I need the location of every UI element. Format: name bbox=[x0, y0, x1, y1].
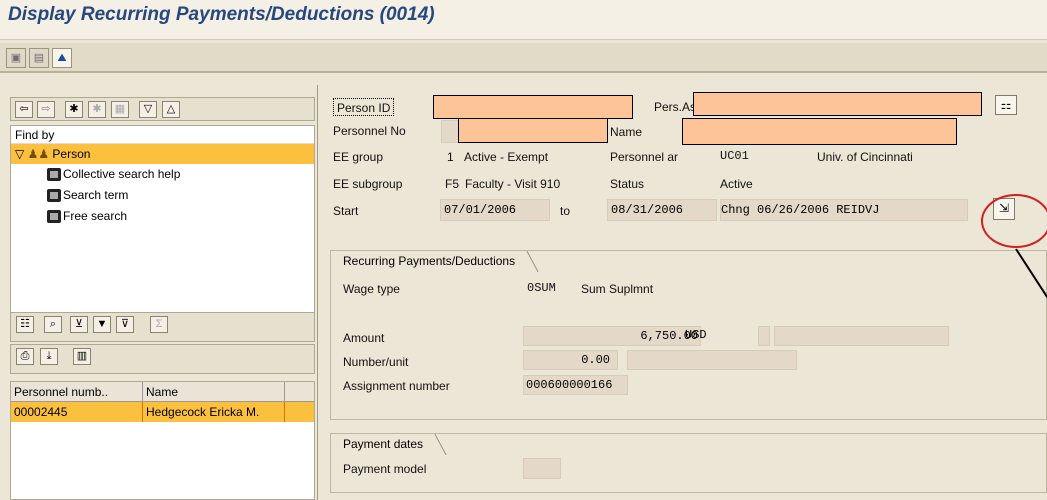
to-label: to bbox=[560, 204, 571, 218]
name-redacted bbox=[682, 118, 957, 145]
binoculars-icon bbox=[47, 189, 61, 202]
collapse-icon[interactable]: △ bbox=[162, 101, 180, 118]
ee-group-text: Active - Exempt bbox=[464, 150, 549, 164]
wage-type-label: Wage type bbox=[343, 282, 400, 296]
ee-subgroup-text: Faculty - Visit 910 bbox=[465, 177, 561, 191]
navigation-toolbar: ⇦ ⇨ ✱ ✱ ▦ ▽ △ bbox=[10, 97, 315, 121]
end-date-field: 08/31/2006 bbox=[607, 199, 717, 221]
payment-model-field[interactable] bbox=[523, 458, 561, 479]
person-id-label: Person ID bbox=[333, 98, 395, 116]
pers-ass-redacted bbox=[693, 92, 982, 116]
filter-settings-icon[interactable]: ⊽ bbox=[116, 316, 134, 333]
personnel-area-code: UC01 bbox=[720, 149, 749, 163]
overview-icon[interactable]: ⛰ bbox=[52, 48, 72, 68]
tree-item-label: Person bbox=[52, 147, 91, 161]
grid-icon[interactable]: ▦ bbox=[111, 101, 129, 118]
organizational-structure-icon[interactable]: ⚏ bbox=[995, 95, 1017, 115]
personnel-area-label: Personnel ar bbox=[610, 150, 679, 164]
change-info: Chng 06/26/2006 REIDVJ bbox=[720, 199, 968, 221]
number-unit-label: Number/unit bbox=[343, 355, 409, 369]
personnel-results-table: Personnel numb.. Name 00002445 Hedgecock… bbox=[10, 381, 315, 500]
layout-icon[interactable]: ▥ bbox=[73, 348, 91, 365]
select-icon[interactable]: ✱ bbox=[65, 101, 83, 118]
column-header-personnel-number[interactable]: Personnel numb.. bbox=[11, 382, 143, 401]
wage-type-code: 0SUM bbox=[527, 281, 556, 295]
tree-item-free-search[interactable]: Free search bbox=[11, 206, 314, 227]
personnel-area-text: Univ. of Cincinnati bbox=[817, 150, 913, 164]
tree-item-label: Collective search help bbox=[63, 167, 181, 181]
binoculars-icon bbox=[47, 210, 61, 223]
tree-item-collective-search-help[interactable]: Collective search help bbox=[11, 164, 314, 185]
sort-ascending-icon[interactable]: ⊻ bbox=[70, 316, 88, 333]
recurring-payments-group: Recurring Payments/Deductions Wage type … bbox=[330, 250, 1047, 420]
column-header-name[interactable]: Name bbox=[143, 382, 285, 401]
person-icon: ♟♟ bbox=[27, 147, 50, 161]
name-cell[interactable]: Hedgecock Ericka M. bbox=[143, 402, 285, 422]
tree-item-label: Free search bbox=[63, 209, 128, 223]
list-toolbar: ☷ ⌕ ⊻ ▼ ⊽ Σ bbox=[10, 312, 315, 342]
tree-item-search-term[interactable]: Search term bbox=[11, 185, 314, 206]
search-tree: Find by ▽ ♟♟ Person Collective search he… bbox=[10, 125, 315, 317]
expand-icon[interactable]: ▽ bbox=[139, 101, 157, 118]
ee-group-code: 1 bbox=[447, 150, 454, 164]
person-id-redacted bbox=[433, 95, 633, 119]
personnel-no-redacted bbox=[458, 118, 608, 143]
details-icon[interactable]: ☷ bbox=[16, 316, 34, 333]
main-content-pane: Person ID Pers.Ass ⚏ Personnel No Name E… bbox=[320, 85, 1047, 500]
wage-type-text: Sum Suplmnt bbox=[581, 282, 654, 296]
start-label: Start bbox=[333, 204, 359, 218]
sum-icon[interactable]: Σ bbox=[150, 316, 168, 333]
find-icon[interactable]: ⌕ bbox=[44, 316, 62, 333]
assignment-number-field: 000600000166 bbox=[523, 375, 628, 395]
red-highlight-circle bbox=[981, 194, 1047, 248]
export-icon[interactable]: ⤓ bbox=[40, 348, 58, 365]
number-unit-field: 0.00 bbox=[523, 350, 618, 370]
filter-icon[interactable]: ▼ bbox=[93, 316, 111, 333]
payment-model-label: Payment model bbox=[343, 462, 427, 476]
application-toolbar: ▣ ▤ ⛰ bbox=[0, 43, 1047, 73]
back-arrow-icon[interactable]: ⇦ bbox=[15, 101, 33, 118]
personnel-number-cell[interactable]: 00002445 bbox=[11, 402, 143, 422]
copy-icon[interactable]: ▤ bbox=[29, 48, 49, 68]
deselect-icon[interactable]: ✱ bbox=[88, 101, 106, 118]
ee-subgroup-label: EE subgroup bbox=[333, 177, 403, 191]
blank-field-2 bbox=[774, 326, 949, 346]
print-icon[interactable]: ⎙ bbox=[16, 348, 34, 365]
blank-field-1 bbox=[758, 326, 770, 346]
recurring-payments-title: Recurring Payments/Deductions bbox=[337, 250, 536, 271]
ee-group-label: EE group bbox=[333, 150, 384, 164]
export-toolbar: ⎙ ⤓ ▥ bbox=[10, 344, 315, 374]
amount-label: Amount bbox=[343, 331, 385, 345]
name-label: Name bbox=[610, 125, 643, 139]
payment-dates-group: Payment dates Payment model bbox=[330, 433, 1047, 493]
tree-item-person[interactable]: ▽ ♟♟ Person bbox=[11, 144, 314, 164]
left-navigation-pane: ⇦ ⇨ ✱ ✱ ▦ ▽ △ Find by ▽ ♟♟ Person Collec… bbox=[5, 85, 318, 500]
title-bar: Display Recurring Payments/Deductions (0… bbox=[0, 0, 1047, 40]
assignment-number-label: Assignment number bbox=[343, 379, 450, 393]
payment-dates-title: Payment dates bbox=[337, 433, 444, 454]
page-title: Display Recurring Payments/Deductions (0… bbox=[8, 4, 435, 25]
currency-field: USD bbox=[685, 328, 707, 342]
tree-item-label: Search term bbox=[63, 188, 129, 202]
unit-field bbox=[627, 350, 797, 370]
create-icon[interactable]: ▣ bbox=[6, 48, 26, 68]
forward-arrow-icon[interactable]: ⇨ bbox=[37, 101, 55, 118]
find-by-label: Find by bbox=[11, 126, 314, 144]
status-value: Active bbox=[720, 177, 753, 191]
table-header: Personnel numb.. Name bbox=[11, 382, 314, 402]
table-row[interactable]: 00002445 Hedgecock Ericka M. bbox=[11, 402, 314, 422]
personnel-no-label: Personnel No bbox=[333, 124, 406, 138]
ee-subgroup-code: F5 bbox=[445, 177, 460, 191]
amount-field: 6,750.00 bbox=[523, 326, 701, 346]
start-date-field: 07/01/2006 bbox=[440, 199, 550, 221]
status-label: Status bbox=[610, 177, 645, 191]
binoculars-icon bbox=[47, 168, 61, 181]
